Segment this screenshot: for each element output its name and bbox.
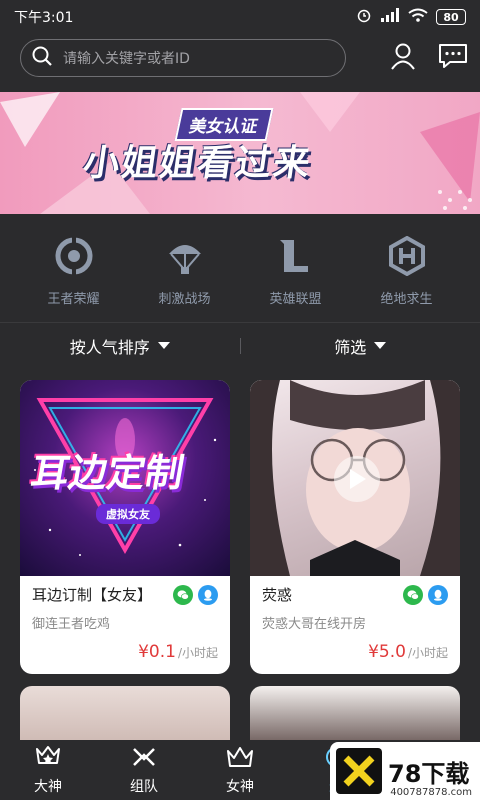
card-body: 耳边订制【女友】 御连王者吃鸡: [20, 576, 230, 640]
watermark-brand: 78下载: [388, 759, 470, 788]
category-honor-of-kings[interactable]: 王者荣耀: [22, 222, 126, 318]
card-price: ¥5.0: [368, 642, 406, 662]
filter-label: 筛选: [334, 337, 367, 357]
status-icons: 80: [356, 7, 466, 27]
card-price-unit: /小时起: [407, 646, 448, 660]
game-categories: 王者荣耀 刺激战场 英雄联盟 绝地求生: [0, 222, 480, 318]
player-card-peek[interactable]: [250, 686, 460, 746]
search-input[interactable]: 请输入关键字或者ID: [63, 48, 190, 68]
crown-icon: [226, 745, 254, 773]
card-social: [173, 584, 218, 605]
sort-popularity-label: 按人气排序: [69, 337, 150, 357]
category-pubg[interactable]: 绝地求生: [355, 222, 459, 318]
profile-icon[interactable]: [390, 42, 416, 74]
card-name-row: 耳边订制【女友】: [32, 584, 218, 605]
star-crown-icon: [34, 745, 62, 773]
category-league[interactable]: 英雄联盟: [244, 222, 348, 318]
card-image-title: 耳边定制: [27, 451, 188, 495]
x-logo-icon: [336, 748, 382, 794]
nav-label: 女神: [226, 778, 254, 795]
player-card[interactable]: 荧惑 荧惑大哥在线开房 ¥5.0 /小时起: [250, 380, 460, 674]
watermark-logo: 78下载 400787878.com: [330, 742, 480, 800]
wechat-icon: [403, 584, 423, 605]
nav-item-goddess[interactable]: 女神: [192, 740, 288, 800]
card-name-row: 荧惑: [262, 584, 448, 605]
status-time: 下午3:01: [14, 10, 74, 26]
category-pubg-mobile[interactable]: 刺激战场: [133, 222, 237, 318]
qq-icon: [198, 584, 218, 605]
card-price-row: ¥0.1 /小时起: [138, 642, 218, 662]
league-icon: [276, 236, 316, 280]
caret-down-icon: [374, 342, 387, 349]
category-label: 王者荣耀: [47, 292, 100, 307]
card-price-row: ¥5.0 /小时起: [368, 642, 448, 662]
nav-item-dashen[interactable]: 大神: [0, 740, 96, 800]
signal-icon: [380, 8, 400, 26]
honor-of-kings-icon: [54, 236, 94, 280]
nav-label: 组队: [130, 778, 158, 795]
caret-down-icon: [157, 342, 170, 349]
category-label: 刺激战场: [158, 292, 211, 307]
watermark-url: 400787878.com: [390, 787, 472, 798]
player-card[interactable]: 耳边定制 虚拟女友 耳边订制【女友】 御连王者吃鸡 ¥0.1 /小时起: [20, 380, 230, 674]
card-image: 耳边定制 虚拟女友: [20, 380, 230, 576]
alarm-icon: [356, 7, 372, 27]
card-price: ¥0.1: [138, 642, 176, 662]
team-icon: [130, 745, 158, 773]
pubg-icon: [387, 235, 427, 280]
search-bar[interactable]: 请输入关键字或者ID: [20, 39, 346, 77]
filter-dropdown[interactable]: 筛选: [241, 334, 480, 358]
category-label: 英雄联盟: [269, 292, 322, 307]
banner-title: 小姐姐看过来: [80, 143, 315, 184]
sort-bar: 按人气排序 筛选: [0, 322, 480, 368]
card-image: [250, 380, 460, 576]
status-bar: 下午3:01 80: [0, 0, 480, 34]
card-description: 荧惑大哥在线开房: [262, 617, 367, 632]
player-card-peek[interactable]: [20, 686, 230, 746]
card-description: 御连王者吃鸡: [32, 617, 111, 632]
card-price-unit: /小时起: [177, 646, 218, 660]
header: 请输入关键字或者ID: [0, 34, 480, 82]
promo-banner[interactable]: 美女认证 小姐姐看过来: [0, 92, 480, 214]
message-icon[interactable]: [438, 43, 468, 73]
wifi-icon: [408, 8, 428, 26]
nav-label: 大神: [34, 778, 62, 795]
header-actions: [390, 42, 468, 74]
category-label: 绝地求生: [380, 292, 433, 307]
play-icon[interactable]: [334, 456, 380, 502]
card-body: 荧惑 荧惑大哥在线开房: [250, 576, 460, 640]
card-image-subtitle: 虚拟女友: [96, 504, 160, 524]
card-name: 耳边订制【女友】: [32, 586, 153, 604]
card-social: [403, 584, 448, 605]
qq-icon: [428, 584, 448, 605]
parachute-icon: [165, 236, 205, 280]
nav-item-team[interactable]: 组队: [96, 740, 192, 800]
app-screen: 下午3:01 80 请输入关键字或者ID 美女认证 小姐姐看过来 王者荣耀 刺激…: [0, 0, 480, 800]
sort-popularity-dropdown[interactable]: 按人气排序: [0, 334, 240, 358]
wechat-icon: [173, 584, 193, 605]
battery-indicator: 80: [436, 9, 466, 25]
search-icon: [31, 45, 53, 71]
card-name: 荧惑: [262, 586, 293, 604]
